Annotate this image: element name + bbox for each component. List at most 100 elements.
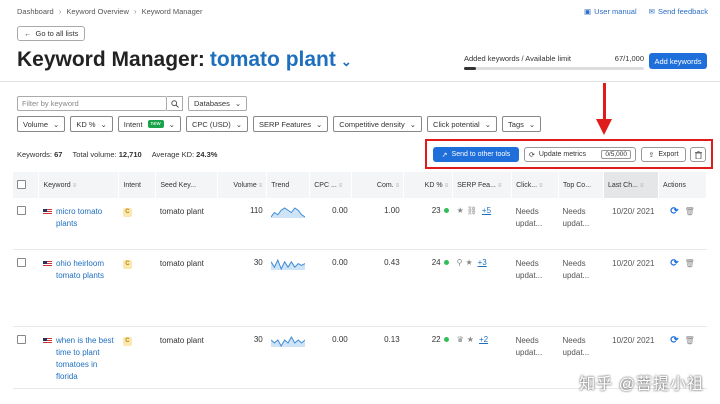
chevron-down-icon: ⌄	[235, 119, 242, 129]
refresh-icon[interactable]: ⟳	[670, 335, 678, 346]
col-com[interactable]: Com. ≡	[351, 172, 405, 198]
us-flag-icon	[42, 209, 52, 215]
keywords-table: Keyword ≡ Intent Seed Key... Volume ≡ Tren…	[13, 172, 708, 389]
user-manual-link[interactable]: ▣ User manual	[584, 7, 637, 16]
summary-stats: Keywords: 67 Total volume: 12,710 Averag…	[17, 150, 218, 159]
star-icon: ★	[466, 334, 474, 344]
arrow-left-icon: ←	[24, 29, 32, 38]
row-checkbox[interactable]	[17, 334, 26, 344]
chat-icon: ✉	[648, 7, 655, 16]
col-top-competitors[interactable]: Top Co...	[558, 172, 604, 198]
chevron-down-icon: ⌄	[409, 119, 417, 129]
update-metrics-button[interactable]: ⟳ Update metrics 0/5,000	[524, 147, 636, 162]
intent-badge: C	[122, 208, 132, 217]
trash-icon[interactable]: 🗑	[685, 207, 695, 216]
col-intent[interactable]: Intent	[118, 172, 157, 198]
col-cpc[interactable]: CPC ... ≡	[309, 172, 353, 198]
serp-more-link[interactable]: +5	[482, 206, 491, 215]
keyword-link[interactable]: micro tomato plants	[56, 206, 115, 230]
trend-sparkline	[270, 258, 305, 270]
search-icon	[170, 99, 179, 108]
filter-bar: Volume ⌄ KD % ⌄ Intent new ⌄ CPC (USD) ⌄ SERP…	[17, 116, 542, 132]
filter-intent[interactable]: Intent new ⌄	[117, 116, 181, 132]
add-keywords-button[interactable]: Add keywords	[649, 53, 707, 69]
book-icon: ▣	[584, 7, 592, 16]
crown-icon: ♛	[456, 334, 464, 344]
chevron-down-icon[interactable]: ⌄	[341, 54, 352, 70]
new-badge: new	[147, 120, 164, 128]
top-links: ▣ User manual ✉ Send feedback	[584, 7, 708, 16]
col-kd[interactable]: KD % ≡	[403, 172, 454, 198]
table-row: micro tomato plants C tomato plant 110 0…	[13, 198, 707, 250]
chevron-down-icon: ⌄	[528, 119, 536, 129]
chevron-down-icon: ⌄	[168, 119, 175, 129]
chevron-right-icon: ›	[58, 7, 62, 16]
export-button[interactable]: ⇪ Export	[641, 147, 686, 162]
filter-by-keyword-input[interactable]: Filter by keyword	[17, 96, 167, 111]
update-count-badge: 0/5,000	[601, 150, 631, 159]
chevron-down-icon: ⌄	[53, 119, 60, 129]
breadcrumb-dashboard[interactable]: Dashboard	[17, 7, 54, 16]
back-to-lists-button[interactable]: ← Go to all lists	[17, 26, 86, 41]
list-name-dropdown[interactable]: tomato plant	[210, 48, 336, 72]
send-to-other-tools-button[interactable]: ↗ Send to other tools	[433, 147, 519, 162]
export-icon: ⇪	[648, 151, 655, 159]
breadcrumb: Dashboard › Keyword Overview › Keyword M…	[17, 7, 202, 16]
col-click-potential[interactable]: Click... ≡	[511, 172, 560, 198]
send-feedback-link[interactable]: ✉ Send feedback	[649, 7, 708, 16]
chevron-down-icon: ⌄	[484, 119, 492, 129]
refresh-icon[interactable]: ⟳	[670, 206, 678, 217]
divider	[0, 81, 720, 82]
row-checkbox[interactable]	[17, 257, 26, 267]
chevron-down-icon: ⌄	[100, 119, 107, 129]
limit-progress-bar	[464, 67, 644, 70]
star-icon: ★	[456, 206, 464, 215]
row-checkbox[interactable]	[17, 206, 26, 215]
filter-tags[interactable]: Tags ⌄	[502, 116, 542, 132]
col-last-checked[interactable]: Last Ch... ≡	[603, 172, 659, 198]
select-all-checkbox[interactable]	[17, 179, 26, 189]
chevron-down-icon: ⌄	[234, 99, 242, 108]
trend-sparkline	[270, 207, 306, 218]
delete-button[interactable]	[690, 147, 706, 162]
trend-sparkline	[270, 335, 306, 347]
map-pin-icon: ⚲	[456, 257, 463, 267]
col-actions: Actions	[658, 172, 708, 198]
keyword-link[interactable]: ohio heirloom tomato plants	[56, 258, 115, 282]
us-flag-icon	[42, 337, 52, 344]
filter-click-potential[interactable]: Click potential ⌄	[427, 116, 498, 132]
trash-icon[interactable]: 🗑	[685, 336, 695, 345]
trash-icon[interactable]: 🗑	[685, 259, 695, 268]
col-volume[interactable]: Volume ≡	[217, 172, 268, 198]
serp-more-link[interactable]: +2	[479, 335, 488, 344]
table-row: ohio heirloom tomato plants C tomato pla…	[13, 249, 707, 327]
col-seed-keyword[interactable]: Seed Key...	[155, 172, 219, 198]
search-button[interactable]	[167, 96, 183, 111]
intent-badge: C	[122, 336, 132, 346]
chevron-down-icon: ⌄	[315, 119, 323, 129]
share-icon: ↗	[441, 151, 448, 159]
kd-status-dot	[443, 336, 449, 342]
kd-status-dot	[443, 208, 449, 214]
chevron-right-icon: ›	[133, 7, 137, 16]
refresh-icon[interactable]: ⟳	[670, 258, 678, 269]
breadcrumb-keyword-manager: Keyword Manager	[141, 7, 203, 16]
us-flag-icon	[42, 260, 52, 267]
filter-cpc[interactable]: CPC (USD) ⌄	[185, 116, 248, 132]
star-icon: ★	[465, 257, 473, 267]
kd-status-dot	[443, 259, 449, 265]
filter-serp-features[interactable]: SERP Features ⌄	[253, 116, 329, 132]
databases-dropdown[interactable]: Databases ⌄	[188, 96, 248, 111]
filter-volume[interactable]: Volume ⌄	[17, 116, 66, 132]
keyword-link[interactable]: when is the best time to plant tomatoes …	[56, 335, 115, 383]
trash-icon	[694, 150, 702, 159]
serp-more-link[interactable]: +3	[478, 258, 487, 267]
watermark: 知乎 @菩提小祖	[579, 376, 704, 393]
filter-competitive-density[interactable]: Competitive density ⌄	[333, 116, 423, 132]
col-serp-features[interactable]: SERP Fea... ≡	[452, 172, 513, 198]
keyword-limit: Added keywords / Available limit 67/1,00…	[464, 54, 644, 70]
filter-kd[interactable]: KD % ⌄	[70, 116, 113, 132]
breadcrumb-keyword-overview[interactable]: Keyword Overview	[66, 7, 129, 16]
col-keyword[interactable]: Keyword ≡	[38, 172, 120, 198]
refresh-icon: ⟳	[529, 151, 535, 159]
